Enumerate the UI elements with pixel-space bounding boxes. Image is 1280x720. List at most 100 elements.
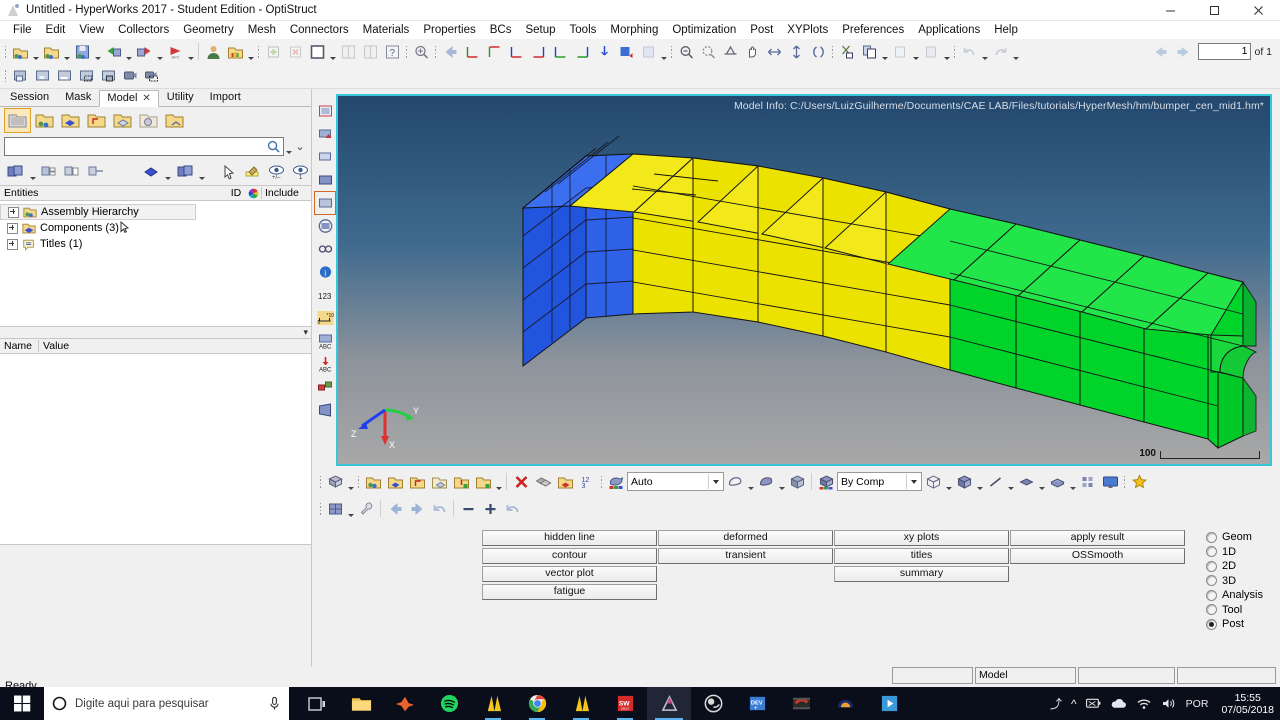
menu-tools[interactable]: Tools — [563, 23, 604, 37]
show-hidden-icons-icon[interactable]: ^ — [1071, 697, 1077, 711]
hide-all-icon[interactable] — [62, 160, 84, 183]
toolbar-grip-7[interactable] — [951, 41, 958, 62]
contour-button[interactable]: contour — [482, 548, 657, 564]
component-table-icon[interactable] — [384, 471, 406, 492]
tree-item-assembly-hierarchy[interactable]: Assembly Hierarchy — [0, 204, 196, 220]
expand-icon[interactable] — [7, 222, 18, 234]
status-field-left[interactable] — [892, 667, 973, 684]
microphone-icon[interactable] — [268, 696, 281, 711]
paste-special-caret[interactable] — [942, 39, 951, 65]
view-yz-icon[interactable] — [571, 41, 593, 62]
renumber-icon[interactable]: 12 3 — [576, 471, 598, 492]
task-view-icon[interactable] — [295, 687, 339, 720]
onedrive-cloud-icon[interactable] — [1110, 697, 1127, 710]
new-model-icon[interactable] — [9, 41, 31, 62]
zoom-out-icon[interactable] — [675, 41, 697, 62]
spin-icon[interactable] — [807, 41, 829, 62]
search-icon[interactable] — [267, 140, 280, 153]
previous-page-icon[interactable] — [1148, 41, 1170, 62]
next-view-icon[interactable] — [406, 498, 428, 519]
page-question-icon[interactable]: ? — [381, 41, 403, 62]
element-display-icon[interactable] — [174, 160, 196, 183]
menu-edit[interactable]: Edit — [39, 23, 73, 37]
element-display-caret[interactable] — [198, 159, 206, 185]
shaded-elements-caret[interactable] — [165, 159, 173, 185]
save-image-icon[interactable] — [9, 66, 31, 87]
close-button[interactable] — [1236, 0, 1280, 20]
pan-horizontal-icon[interactable] — [763, 41, 785, 62]
menu-file[interactable]: File — [6, 23, 39, 37]
back-view-icon[interactable] — [439, 41, 461, 62]
fit-view-icon[interactable] — [410, 41, 432, 62]
expand-icon[interactable] — [8, 206, 19, 218]
matlab-icon[interactable] — [383, 687, 427, 720]
file-explorer-icon[interactable] — [339, 687, 383, 720]
menu-optimization[interactable]: Optimization — [665, 23, 743, 37]
view-toolbar-grip-2[interactable] — [355, 471, 362, 492]
pen-input-icon[interactable]: ⤴ — [1050, 695, 1062, 712]
export-ppt-icon[interactable]: PPT — [164, 41, 186, 62]
redo-caret[interactable] — [1011, 39, 1020, 65]
delete-entity-icon[interactable] — [510, 471, 532, 492]
toolbar-grip[interactable] — [2, 41, 9, 62]
menu-collectors[interactable]: Collectors — [111, 23, 176, 37]
maximize-button[interactable] — [1192, 0, 1236, 20]
display-mode-icon[interactable] — [605, 471, 627, 492]
menu-preferences[interactable]: Preferences — [835, 23, 911, 37]
highlight-icon[interactable] — [242, 160, 264, 183]
single-window-layout-icon[interactable] — [306, 41, 328, 62]
solid-display-caret[interactable] — [1068, 469, 1077, 495]
reset-view-icon[interactable] — [501, 498, 523, 519]
view-xy-alt-icon[interactable] — [483, 41, 505, 62]
components-icon[interactable] — [58, 109, 83, 132]
zoom-window-icon[interactable] — [697, 41, 719, 62]
rotate-icon[interactable] — [719, 41, 741, 62]
wireframe-caret[interactable] — [746, 469, 755, 495]
ossmooth-button[interactable]: OSSmooth — [1010, 548, 1185, 564]
cursor-pick-icon[interactable] — [218, 160, 240, 183]
fatigue-button[interactable]: fatigue — [482, 584, 657, 600]
pan-hand-icon[interactable] — [741, 41, 763, 62]
export-icon[interactable] — [133, 41, 155, 62]
user-profile-icon[interactable] — [202, 41, 224, 62]
layout-split-icon[interactable] — [359, 41, 381, 62]
status-field-right[interactable] — [1177, 667, 1276, 684]
layout-two-icon[interactable] — [337, 41, 359, 62]
spotify-icon[interactable] — [427, 687, 471, 720]
apply-result-button[interactable]: apply result — [1010, 530, 1185, 546]
color-mode-select[interactable]: By Comp — [837, 472, 922, 491]
spherical-clipping-icon[interactable] — [315, 215, 335, 237]
battery-icon[interactable] — [1085, 697, 1101, 710]
deformed-button[interactable]: deformed — [658, 530, 833, 546]
zoom-in-view-icon[interactable] — [479, 498, 501, 519]
hidden-line-button[interactable]: hidden line — [482, 530, 657, 546]
tab-import[interactable]: Import — [202, 89, 249, 106]
capture-toolbar-grip[interactable] — [2, 66, 9, 87]
show-all-icon[interactable] — [38, 160, 60, 183]
rename-collector-icon[interactable] — [554, 471, 576, 492]
titles-button[interactable]: titles — [834, 548, 1009, 564]
altair-hypermesh-icon[interactable] — [559, 687, 603, 720]
menu-connectors[interactable]: Connectors — [283, 23, 356, 37]
tab-session[interactable]: Session — [2, 89, 57, 106]
save-model-icon[interactable] — [71, 41, 93, 62]
xy-plots-button[interactable]: xy plots — [834, 530, 1009, 546]
tree-item-components[interactable]: Components (3) — [0, 220, 311, 236]
tab-model[interactable]: Model ✕ — [99, 90, 159, 107]
line-display-icon[interactable] — [984, 471, 1006, 492]
menu-applications[interactable]: Applications — [911, 23, 987, 37]
altair-hyperworks-icon[interactable] — [471, 687, 515, 720]
capture-screen-icon[interactable] — [53, 66, 75, 87]
scale-notation-icon[interactable]: 0 *10 — [315, 307, 335, 329]
system-collector-icon[interactable] — [428, 471, 450, 492]
radio-3d[interactable]: 3D — [1206, 575, 1263, 587]
view-toolbar-grip[interactable] — [317, 471, 324, 492]
organize-icon[interactable] — [472, 471, 494, 492]
media-player-icon[interactable] — [867, 687, 911, 720]
menu-mesh[interactable]: Mesh — [241, 23, 283, 37]
language-indicator[interactable]: POR — [1186, 698, 1209, 710]
materials-icon[interactable] — [136, 109, 161, 132]
radio-geom[interactable]: Geom — [1206, 531, 1263, 543]
set-view-icon[interactable] — [615, 41, 637, 62]
toolbar-grip-3[interactable] — [403, 41, 410, 62]
